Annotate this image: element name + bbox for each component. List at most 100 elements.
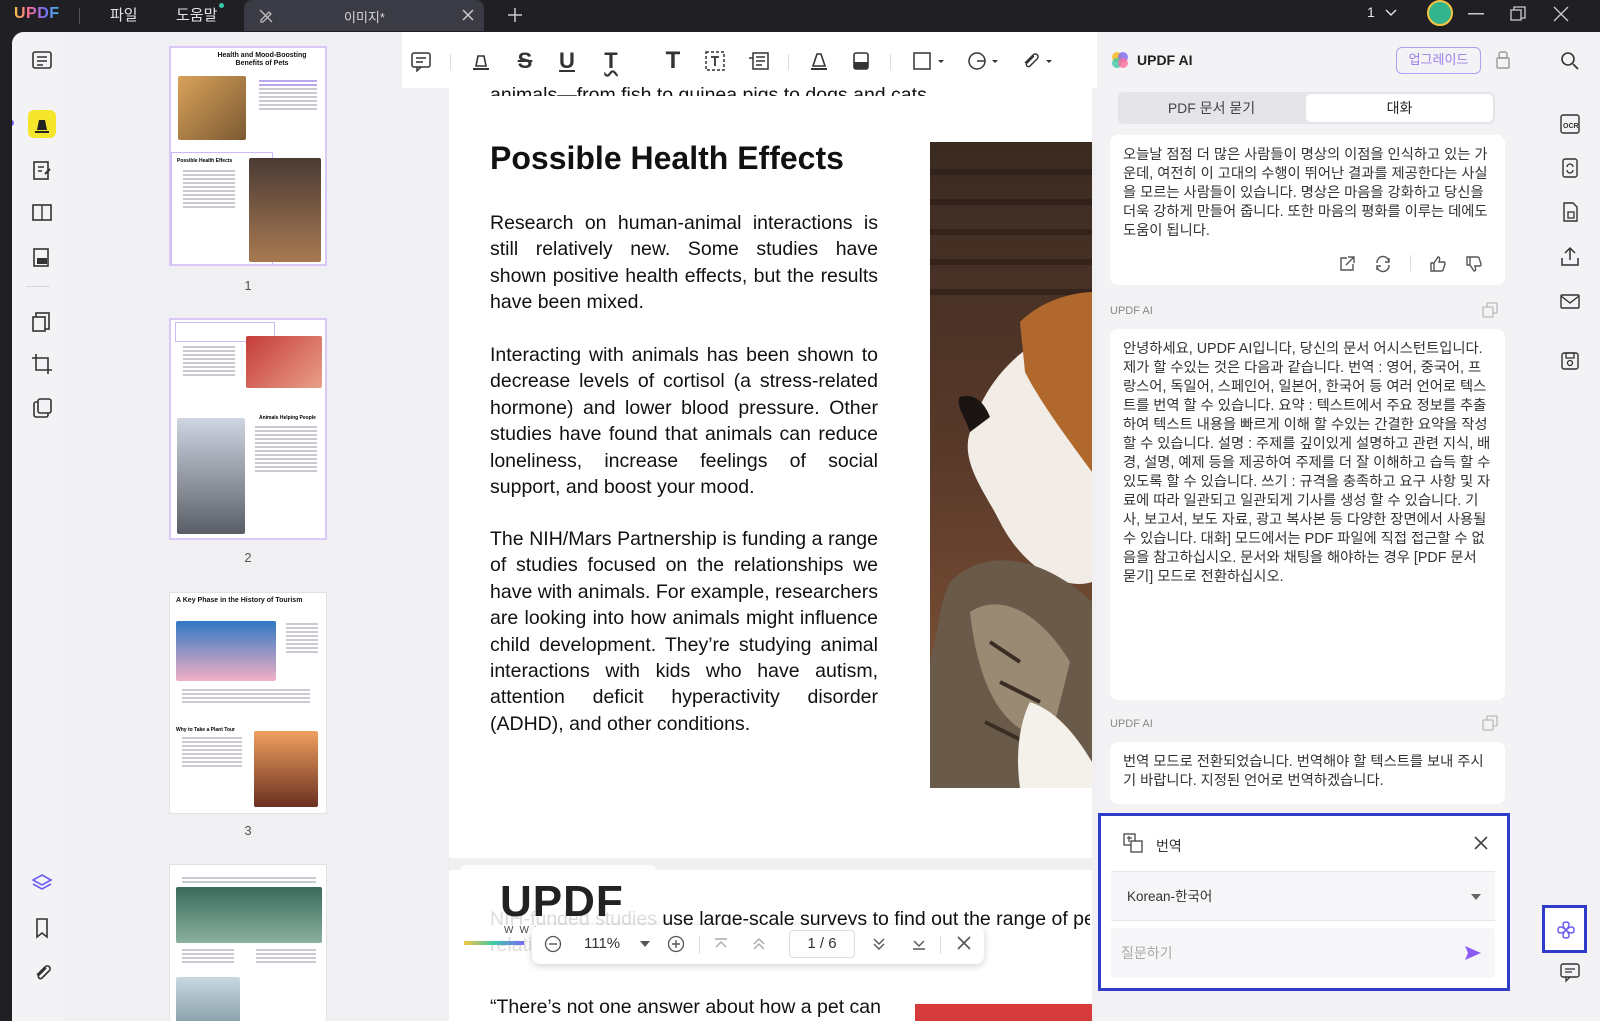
ai-assistant-button[interactable] — [1542, 905, 1587, 953]
app-logo: UPDF — [14, 5, 60, 22]
first-page-icon[interactable] — [712, 935, 730, 953]
lake-image — [176, 887, 322, 943]
paragraph: “There’s not one answer about how a pet … — [490, 996, 881, 1018]
thumbnail-subtitle: Animals Helping People — [259, 415, 316, 421]
page-view-icon[interactable] — [28, 198, 56, 226]
edit-pdf-icon[interactable] — [28, 156, 56, 184]
next-page-icon[interactable] — [870, 935, 888, 953]
cat-image — [177, 418, 245, 534]
organize-pages-icon[interactable] — [28, 308, 56, 336]
close-mode-icon[interactable] — [1474, 836, 1488, 850]
user-message: 오늘날 점점 더 많은 사람들이 명상의 이점을 인식하고 있는 가운데, 여전… — [1110, 135, 1505, 285]
reader-icon[interactable] — [28, 46, 56, 74]
question-input[interactable]: 질문하기 — [1111, 928, 1495, 978]
zoom-dropdown-icon[interactable] — [640, 941, 650, 948]
left-toolbar — [12, 32, 64, 1021]
document-tab[interactable]: 이미지* — [244, 0, 484, 31]
email-icon[interactable] — [1558, 289, 1582, 313]
thumbs-down-icon[interactable] — [1465, 255, 1483, 273]
minimize-icon[interactable] — [1468, 13, 1484, 15]
right-toolbar: OCR — [1539, 32, 1600, 1021]
paragraph: Interacting with animals has been shown … — [490, 344, 878, 499]
dropdown-icon — [1471, 872, 1481, 922]
menu-help[interactable]: 도움말 — [176, 4, 217, 25]
convert-icon[interactable] — [1558, 156, 1582, 180]
thumbnail-title: Health and Mood-Boosting Benefits of Pet… — [217, 52, 307, 67]
zoom-level[interactable]: 111% — [584, 935, 620, 952]
zoom-out-icon[interactable] — [544, 935, 562, 953]
upgrade-button[interactable]: 업그레이드 — [1396, 47, 1481, 74]
dog-cat-image — [249, 158, 321, 262]
red-image — [915, 1004, 1092, 1021]
cat-image — [178, 76, 246, 140]
copy-icon[interactable] — [1482, 302, 1498, 318]
document-area: S U T T animals—from fish to guinea pigs… — [402, 32, 1097, 1021]
copy-icon[interactable] — [1482, 715, 1498, 731]
window-count-select[interactable]: 1 — [1367, 4, 1397, 20]
thumbs-up-icon[interactable] — [1429, 255, 1447, 273]
prev-page-icon[interactable] — [750, 935, 768, 953]
divider — [1410, 255, 1411, 271]
svg-text:OCR: OCR — [1563, 123, 1579, 130]
divider — [450, 54, 451, 70]
chat-input-panel: 번역 Korean-한국어 질문하기 — [1098, 813, 1510, 991]
mode-label: 번역 — [1156, 838, 1182, 854]
cut-text: animals—from fish to guinea pigs to dogs… — [490, 84, 933, 96]
window-count: 1 — [1367, 4, 1375, 20]
input-placeholder: 질문하기 — [1121, 945, 1173, 961]
page-number: 2 — [244, 550, 252, 565]
new-tab-icon[interactable] — [507, 7, 523, 23]
notification-dot — [219, 3, 224, 8]
crop-icon[interactable] — [28, 350, 56, 378]
restore-icon[interactable] — [1510, 6, 1526, 22]
last-page-icon[interactable] — [910, 935, 928, 953]
zoom-in-icon[interactable] — [667, 935, 685, 953]
edit-off-icon — [258, 8, 274, 24]
divider — [940, 936, 941, 954]
ai-message: 번역 모드로 전환되었습니다. 번역해야 할 텍스트를 보내 주시기 바랍니다.… — [1110, 742, 1505, 804]
paragraph: Research on human-animal interactions is… — [490, 212, 878, 314]
avatar[interactable] — [1427, 0, 1453, 26]
ocr-icon[interactable]: OCR — [1558, 112, 1582, 136]
thumbnail-page-2[interactable]: Animals Helping People — [169, 318, 327, 540]
compress-icon[interactable] — [1558, 200, 1582, 224]
send-icon[interactable] — [1463, 943, 1483, 963]
ai-panel: UPDF AI 업그레이드 PDF 문서 묻기 대화 오늘날 점점 더 많은 사… — [1097, 32, 1539, 1021]
thumbnail-panel: Health and Mood-Boosting Benefits of Pet… — [64, 32, 402, 1021]
app-window: Health and Mood-Boosting Benefits of Pet… — [12, 32, 1600, 1021]
comments-list-icon[interactable] — [1558, 960, 1582, 984]
search-icon[interactable] — [1558, 49, 1582, 73]
bookmark-icon[interactable] — [28, 914, 56, 942]
section-heading: Possible Health Effects — [490, 140, 844, 176]
tab-pdf-ask[interactable]: PDF 문서 묻기 — [1118, 92, 1305, 124]
street-image — [176, 621, 276, 681]
protect-icon[interactable] — [28, 394, 56, 422]
translate-icon — [1123, 833, 1143, 853]
comment-tool-icon[interactable] — [28, 110, 56, 138]
document-page: animals—from fish to guinea pigs to dogs… — [449, 84, 1092, 858]
save-icon[interactable] — [1558, 349, 1582, 373]
regenerate-icon[interactable] — [1374, 255, 1392, 273]
layers-icon[interactable] — [28, 869, 56, 897]
close-tab-icon[interactable] — [462, 9, 474, 21]
form-icon[interactable] — [28, 243, 56, 271]
dog-image — [246, 336, 322, 388]
close-window-icon[interactable] — [1553, 6, 1569, 22]
thumbnail-page-1[interactable]: Health and Mood-Boosting Benefits of Pet… — [169, 46, 327, 266]
close-nav-icon[interactable] — [956, 935, 972, 951]
note-icon[interactable] — [408, 48, 434, 74]
share-icon[interactable] — [1558, 245, 1582, 269]
attach-file-icon[interactable] — [1018, 48, 1058, 74]
title-bar: UPDF 파일 도움말 이미지* 1 — [0, 0, 1600, 31]
language-select[interactable]: Korean-한국어 — [1111, 871, 1495, 921]
clear-chat-icon[interactable] — [1494, 50, 1512, 70]
page-nav-bar: 111% 1 / 6 — [532, 925, 984, 964]
tab-chat[interactable]: 대화 — [1306, 94, 1493, 122]
message-text: 안녕하세요, UPDF AI입니다, 당신의 문서 어시스턴트입니다. 제가 할… — [1123, 341, 1491, 585]
thumbnail-page-4[interactable] — [169, 864, 327, 1021]
menu-file[interactable]: 파일 — [110, 4, 138, 25]
open-external-icon[interactable] — [1338, 255, 1356, 273]
attachment-icon[interactable] — [28, 958, 56, 986]
thumbnail-page-3[interactable]: A Key Phase in the History of Tourism Wh… — [169, 592, 327, 814]
page-indicator[interactable]: 1 / 6 — [789, 930, 855, 958]
